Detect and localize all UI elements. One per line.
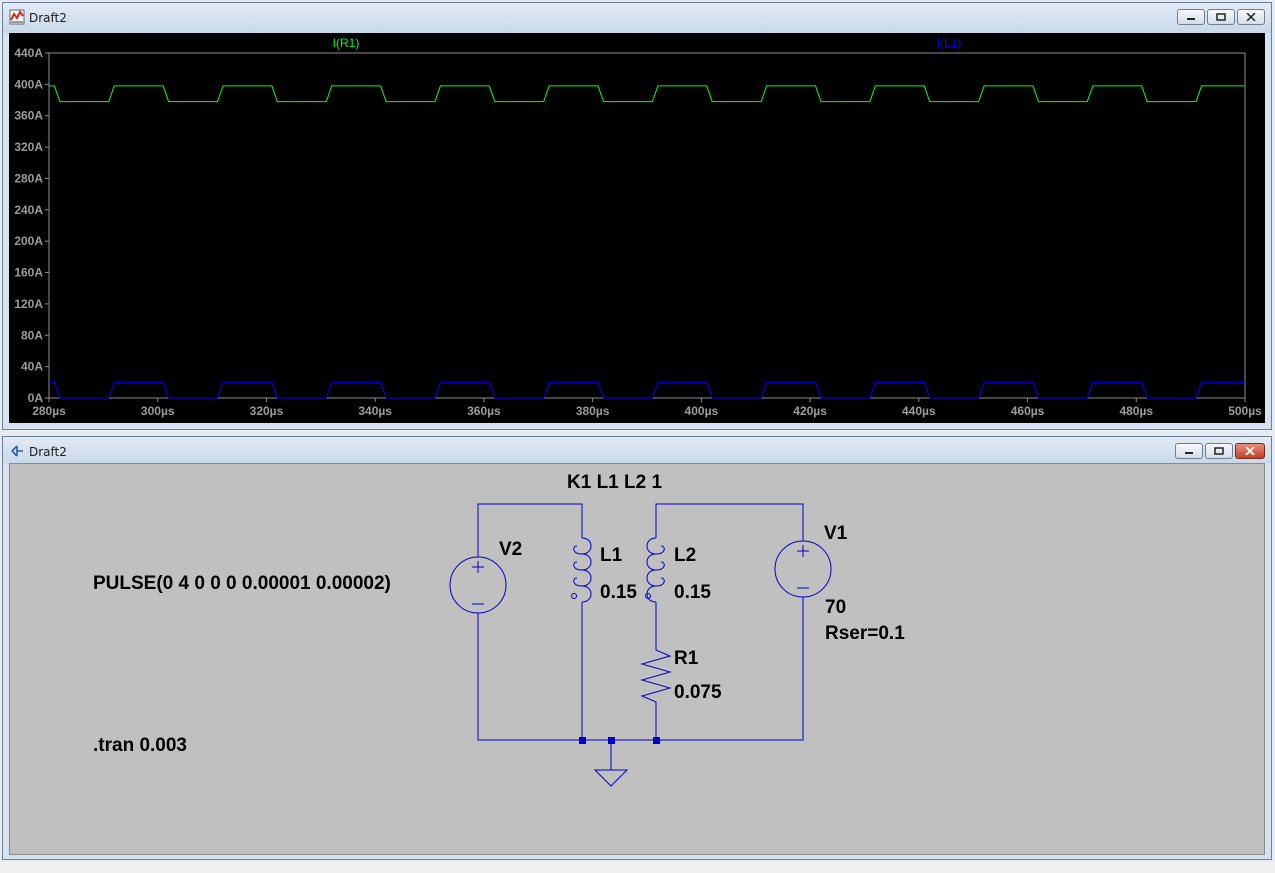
y-tick-label: 80A [21,328,43,342]
v1-label[interactable]: V1 [824,523,848,544]
waveform-plot[interactable]: I(R1) I(L1) 440A 400A 360A 320A 280A 240A 200A 1… [9,33,1265,425]
y-tick-label: 240A [14,203,43,217]
maximize-icon [1214,447,1224,455]
x-tick-label: 360µs [467,404,501,418]
x-tick-label: 460µs [1011,404,1045,418]
l1-value[interactable]: 0.15 [600,582,637,603]
waveform-window-controls [1177,9,1265,27]
trace-i-l1[interactable] [49,381,1245,399]
maximize-button[interactable] [1207,9,1235,25]
minimize-icon [1187,18,1195,20]
minimize-button[interactable] [1175,443,1203,459]
x-tick-label: 320µs [250,404,284,418]
y-tick-label: 400A [14,77,43,91]
tran-directive[interactable]: .tran 0.003 [93,735,187,756]
x-tick-label: 400µs [685,404,719,418]
close-icon [1245,447,1255,455]
plot-frame [48,52,1246,399]
wires [477,503,804,770]
trace-label[interactable]: I(L1) [937,36,962,50]
minimize-button[interactable] [1177,9,1205,25]
bottom-strip [0,862,1275,873]
y-tick-label: 40A [21,360,43,374]
inductor-l1[interactable] [571,537,592,603]
schematic-titlebar[interactable]: Draft2 [3,437,1271,463]
wire-v1-top[interactable] [655,503,804,541]
waveform-plot-area[interactable]: I(R1) I(L1) 440A 400A 360A 320A 280A 240A 200A 1… [9,33,1265,423]
voltage-source-v1[interactable] [774,540,832,598]
schematic-app-icon [11,445,23,457]
wire-v2-top[interactable] [477,503,583,557]
l2-label[interactable]: L2 [674,545,696,566]
y-tick-label: 320A [14,140,43,154]
r1-label[interactable]: R1 [674,648,699,669]
trace-i-r1[interactable] [49,85,1245,103]
y-tick-label: 0A [28,391,44,405]
inductor-l2[interactable] [645,537,665,603]
close-button[interactable] [1237,9,1265,25]
coupling-directive[interactable]: K1 L1 L2 1 [567,472,662,493]
minimize-icon [1185,452,1193,454]
v1-rser[interactable]: Rser=0.1 [825,623,905,644]
l2-value[interactable]: 0.15 [674,582,711,603]
v2-value[interactable]: PULSE(0 4 0 0 0 0.00001 0.00002) [93,573,391,594]
y-tick-label: 440A [14,46,43,60]
v1-value[interactable]: 70 [825,597,846,618]
close-icon [1246,13,1256,21]
x-tick-label: 440µs [902,404,936,418]
waveform-app-icon [9,9,25,25]
trace-label[interactable]: I(R1) [333,36,360,50]
schematic-canvas[interactable]: K1 L1 L2 1 V2 PULSE(0 4 0 0 0 0.00001 0.… [9,463,1265,855]
schematic-window-title: Draft2 [29,445,67,459]
ground-symbol[interactable] [593,769,629,787]
y-tick-label: 120A [14,297,43,311]
maximize-button[interactable] [1205,443,1233,459]
x-tick-label: 480µs [1119,404,1153,418]
resistor-r1[interactable] [640,645,672,707]
x-tick-label: 340µs [358,404,392,418]
x-tick-label: 300µs [141,404,175,418]
y-tick-label: 200A [14,234,43,248]
x-tick-label: 500µs [1228,404,1262,418]
waveform-window[interactable]: Draft2 I(R1) I(L1) 440A 400A 360A 320A 280A 24… [2,2,1272,430]
waveform-titlebar[interactable]: Draft2 [3,3,1271,33]
wire-v2-bottom[interactable] [477,613,582,741]
voltage-source-v2[interactable] [449,556,507,614]
close-button[interactable] [1235,443,1265,459]
l1-label[interactable]: L1 [600,545,623,566]
x-tick-label: 380µs [576,404,610,418]
r1-value[interactable]: 0.075 [674,682,722,703]
x-tick-label: 420µs [793,404,827,418]
waveform-window-title: Draft2 [29,11,67,25]
schematic-window[interactable]: Draft2 K1 L1 L2 1 V2 PULSE(0 4 0 0 0 0.0… [2,436,1272,860]
x-tick-label: 280µs [32,404,66,418]
v2-label[interactable]: V2 [499,539,522,560]
y-tick-label: 160A [14,266,43,280]
schematic-drawing[interactable]: K1 L1 L2 1 V2 PULSE(0 4 0 0 0 0.00001 0.… [10,464,1266,856]
y-tick-label: 360A [14,109,43,123]
schematic-window-controls [1175,443,1265,461]
y-tick-label: 280A [14,171,43,185]
maximize-icon [1216,13,1226,21]
